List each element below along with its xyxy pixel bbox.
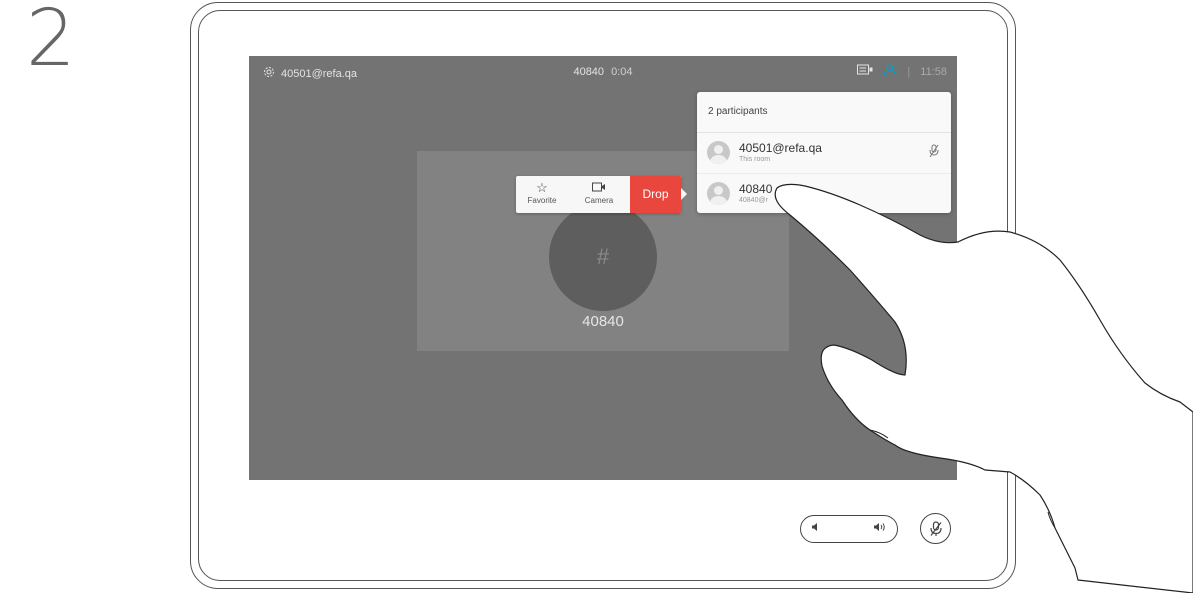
volume-control[interactable] — [800, 515, 898, 543]
divider: | — [907, 65, 911, 78]
status-bar: 40501@refa.qa 40840 0:04 | 11:58 — [249, 56, 957, 88]
mic-muted-icon — [929, 144, 939, 161]
avatar — [707, 141, 730, 164]
star-icon: ☆ — [536, 180, 548, 195]
camera-button[interactable]: Camera — [570, 176, 628, 213]
participants-icon[interactable] — [883, 64, 898, 79]
favorite-button[interactable]: ☆ Favorite — [516, 176, 568, 213]
avatar — [707, 182, 730, 205]
clock: 11:58 — [920, 65, 947, 78]
participant-row-name: 40840 — [739, 182, 773, 196]
call-timer: 0:04 — [611, 66, 633, 78]
camera-label: Camera — [584, 196, 614, 205]
call-name: 40840 — [573, 66, 605, 78]
participant-row-sub: This room — [739, 156, 771, 163]
participant-row[interactable]: 40840 40840@r — [697, 174, 951, 214]
step-number: 2 — [26, 0, 76, 84]
participant-row-name: 40501@refa.qa — [739, 141, 822, 155]
participant-name: 40840 — [582, 313, 624, 330]
layout-icon[interactable] — [857, 64, 873, 79]
favorite-label: Favorite — [527, 196, 557, 205]
call-info: 40840 0:04 — [249, 66, 957, 78]
volume-low-icon[interactable] — [811, 522, 821, 535]
participant-avatar: # — [549, 203, 657, 311]
participant-action-menu: ☆ Favorite Camera Drop — [516, 176, 687, 213]
volume-high-icon[interactable] — [873, 522, 887, 535]
participants-panel: 2 participants 40501@refa.qa This room 4… — [697, 92, 951, 213]
drop-button[interactable]: Drop — [630, 176, 681, 213]
status-icons: | 11:58 — [857, 64, 947, 79]
participants-header: 2 participants — [697, 92, 951, 133]
camera-icon — [570, 181, 628, 194]
mic-muted-icon — [929, 520, 943, 536]
menu-pointer — [681, 188, 687, 200]
participant-row-sub: 40840@r — [739, 197, 768, 204]
mute-button[interactable] — [920, 513, 951, 544]
participant-row[interactable]: 40501@refa.qa This room — [697, 133, 951, 174]
call-screen: 40501@refa.qa 40840 0:04 | 11:58 # 40840… — [249, 56, 957, 480]
